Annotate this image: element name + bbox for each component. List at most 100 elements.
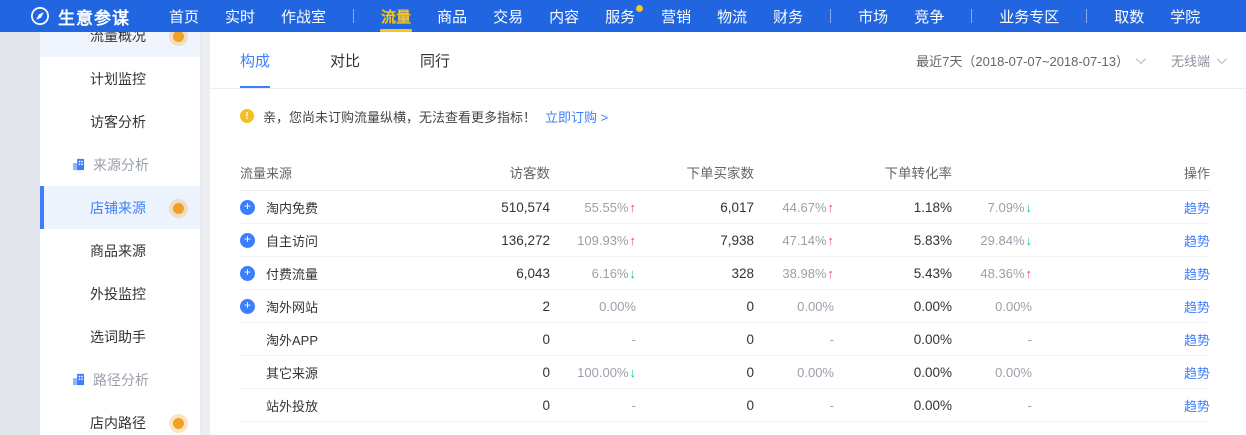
cell-visitors-change: 0.00% (550, 299, 636, 314)
nav-item-竞争[interactable]: 竞争 (901, 0, 957, 32)
cell-conversion-change-value: 7.09% (988, 200, 1025, 215)
nav-item-作战室[interactable]: 作战室 (268, 0, 339, 32)
sidebar-item-商品来源[interactable]: 商品来源 (40, 229, 200, 272)
tab-构成[interactable]: 构成 (240, 32, 270, 88)
cell-visitors-change: - (550, 398, 636, 413)
trend-link[interactable]: 趋势 (1184, 300, 1210, 315)
navbar-divider (353, 9, 354, 23)
trend-link[interactable]: 趋势 (1184, 399, 1210, 414)
header-conversion: 下单转化率 (834, 162, 952, 182)
nav-item-服务[interactable]: 服务 (592, 0, 648, 32)
nav-item-物流[interactable]: 物流 (704, 0, 760, 32)
nav-item-取数[interactable]: 取数 (1101, 0, 1157, 32)
cell-visitors-change: 109.93%↑ (550, 233, 636, 248)
sidebar-item-计划监控[interactable]: 计划监控 (40, 57, 200, 100)
table-row-淘外网站: +淘外网站20.00%00.00%0.00%0.00%趋势 (240, 290, 1210, 323)
cell-source: 淘外APP (240, 330, 428, 349)
cell-buyers-change: 38.98%↑ (754, 266, 834, 281)
cell-conversion-change: 29.84%↓ (952, 233, 1032, 248)
cell-buyers-change: 47.14%↑ (754, 233, 834, 248)
sidebar-item-label: 店内路径 (90, 413, 146, 433)
cell-source: +自主访问 (240, 231, 428, 250)
cell-buyers-change-value: 0.00% (797, 299, 834, 314)
navbar-divider (971, 9, 972, 23)
compass-logo-icon (30, 6, 50, 26)
trend-link[interactable]: 趋势 (1184, 201, 1210, 216)
cell-action: 趋势 (1032, 330, 1210, 349)
tab-同行[interactable]: 同行 (420, 32, 450, 88)
new-badge-dot-icon (173, 203, 184, 214)
sidebar-item-访客分析[interactable]: 访客分析 (40, 100, 200, 143)
nav-item-商品[interactable]: 商品 (424, 0, 480, 32)
sidebar-item-选词助手[interactable]: 选词助手 (40, 315, 200, 358)
nav-item-首页[interactable]: 首页 (156, 0, 212, 32)
cell-conversion: 5.83% (834, 233, 952, 248)
date-range-selector[interactable]: 最近7天（2018-07-07~2018-07-13） (916, 51, 1143, 70)
channel-selector[interactable]: 无线端 (1171, 51, 1224, 70)
table-row-淘内免费: +淘内免费510,57455.55%↑6,01744.67%↑1.18%7.09… (240, 191, 1210, 224)
table-row-站外投放: 站外投放0-0-0.00%-趋势 (240, 389, 1210, 422)
cell-visitors-change-value: 55.55% (584, 200, 628, 215)
sidebar-item-店内路径[interactable]: 店内路径 (40, 401, 200, 435)
notice-text: 亲，您尚未订购流量纵横，无法查看更多指标！ (263, 107, 536, 126)
nav-item-实时[interactable]: 实时 (212, 0, 268, 32)
navbar-divider (830, 9, 831, 23)
cell-conversion-change: 0.00% (952, 365, 1032, 380)
cell-source: 其它来源 (240, 363, 428, 382)
subscribe-now-link[interactable]: 立即订购 > (545, 107, 608, 126)
cell-conversion-change: 7.09%↓ (952, 200, 1032, 215)
channel-label: 无线端 (1171, 51, 1210, 70)
expand-plus-icon[interactable]: + (240, 266, 255, 281)
expand-plus-icon[interactable]: + (240, 233, 255, 248)
cell-buyers: 328 (636, 266, 754, 281)
cell-source: + 付费流量 (240, 264, 428, 283)
cell-action: 趋势 (1032, 363, 1210, 382)
tabs-row: 构成 对比 同行 最近7天（2018-07-07~2018-07-13） 无线端 (210, 32, 1246, 89)
expand-plus-icon[interactable]: + (240, 200, 255, 215)
nav-item-内容[interactable]: 内容 (536, 0, 592, 32)
trend-link[interactable]: 趋势 (1184, 333, 1210, 348)
expand-plus-icon[interactable]: + (240, 299, 255, 314)
cell-conversion-change-value: 48.36% (980, 266, 1024, 281)
top-navbar: 生意参谋 首页实时作战室流量商品交易内容服务营销物流财务市场竞争业务专区取数学院 (0, 0, 1246, 32)
cell-source: +淘外网站 (240, 297, 428, 316)
cell-visitors-change: 100.00%↓ (550, 365, 636, 380)
nav-item-财务[interactable]: 财务 (760, 0, 816, 32)
cell-conversion-change: - (952, 332, 1032, 347)
cell-buyers-change: 44.67%↑ (754, 200, 834, 215)
cell-action: 趋势 (1032, 297, 1210, 316)
source-label: 站外投放 (266, 396, 318, 415)
date-range-label: 最近7天（2018-07-07~2018-07-13） (916, 51, 1129, 70)
tab-对比[interactable]: 对比 (330, 32, 360, 88)
nav-item-交易[interactable]: 交易 (480, 0, 536, 32)
cell-conversion-change-value: 0.00% (995, 365, 1032, 380)
trend-link[interactable]: 趋势 (1184, 366, 1210, 381)
sidebar-item-label: 商品来源 (90, 241, 146, 261)
cell-source: 站外投放 (240, 396, 428, 415)
trend-link[interactable]: 趋势 (1184, 267, 1210, 282)
sidebar-item-label: 计划监控 (90, 69, 146, 89)
sidebar-item-店铺来源[interactable]: 店铺来源 (40, 186, 200, 229)
cell-buyers-change: 0.00% (754, 299, 834, 314)
source-label: 付费流量 (266, 264, 318, 283)
nav-item-学院[interactable]: 学院 (1157, 0, 1213, 32)
nav-item-营销[interactable]: 营销 (648, 0, 704, 32)
sidebar-item-外投监控[interactable]: 外投监控 (40, 272, 200, 315)
cell-conversion-change: 0.00% (952, 299, 1032, 314)
sidebar-item-label: 外投监控 (90, 284, 146, 304)
cell-buyers-change-value: 44.67% (782, 200, 826, 215)
nav-item-业务专区[interactable]: 业务专区 (986, 0, 1072, 32)
nav-item-市场[interactable]: 市场 (845, 0, 901, 32)
brand[interactable]: 生意参谋 (30, 4, 130, 29)
cell-visitors-change-value: 109.93% (577, 233, 628, 248)
trend-link[interactable]: 趋势 (1184, 234, 1210, 249)
sidebar-item-label: 访客分析 (90, 112, 146, 132)
nav-item-流量[interactable]: 流量 (368, 0, 424, 32)
cell-buyers: 0 (636, 332, 754, 347)
cell-conversion: 0.00% (834, 398, 952, 413)
cell-action: 趋势 (1032, 396, 1210, 415)
header-action: 操作 (1032, 163, 1210, 182)
expand-slot: + (240, 299, 266, 314)
source-label: 淘外APP (266, 330, 318, 349)
table-row-付费流量: +付费流量6,0436.16%↓32838.98%↑5.43%48.36%↑趋势 (240, 257, 1210, 290)
